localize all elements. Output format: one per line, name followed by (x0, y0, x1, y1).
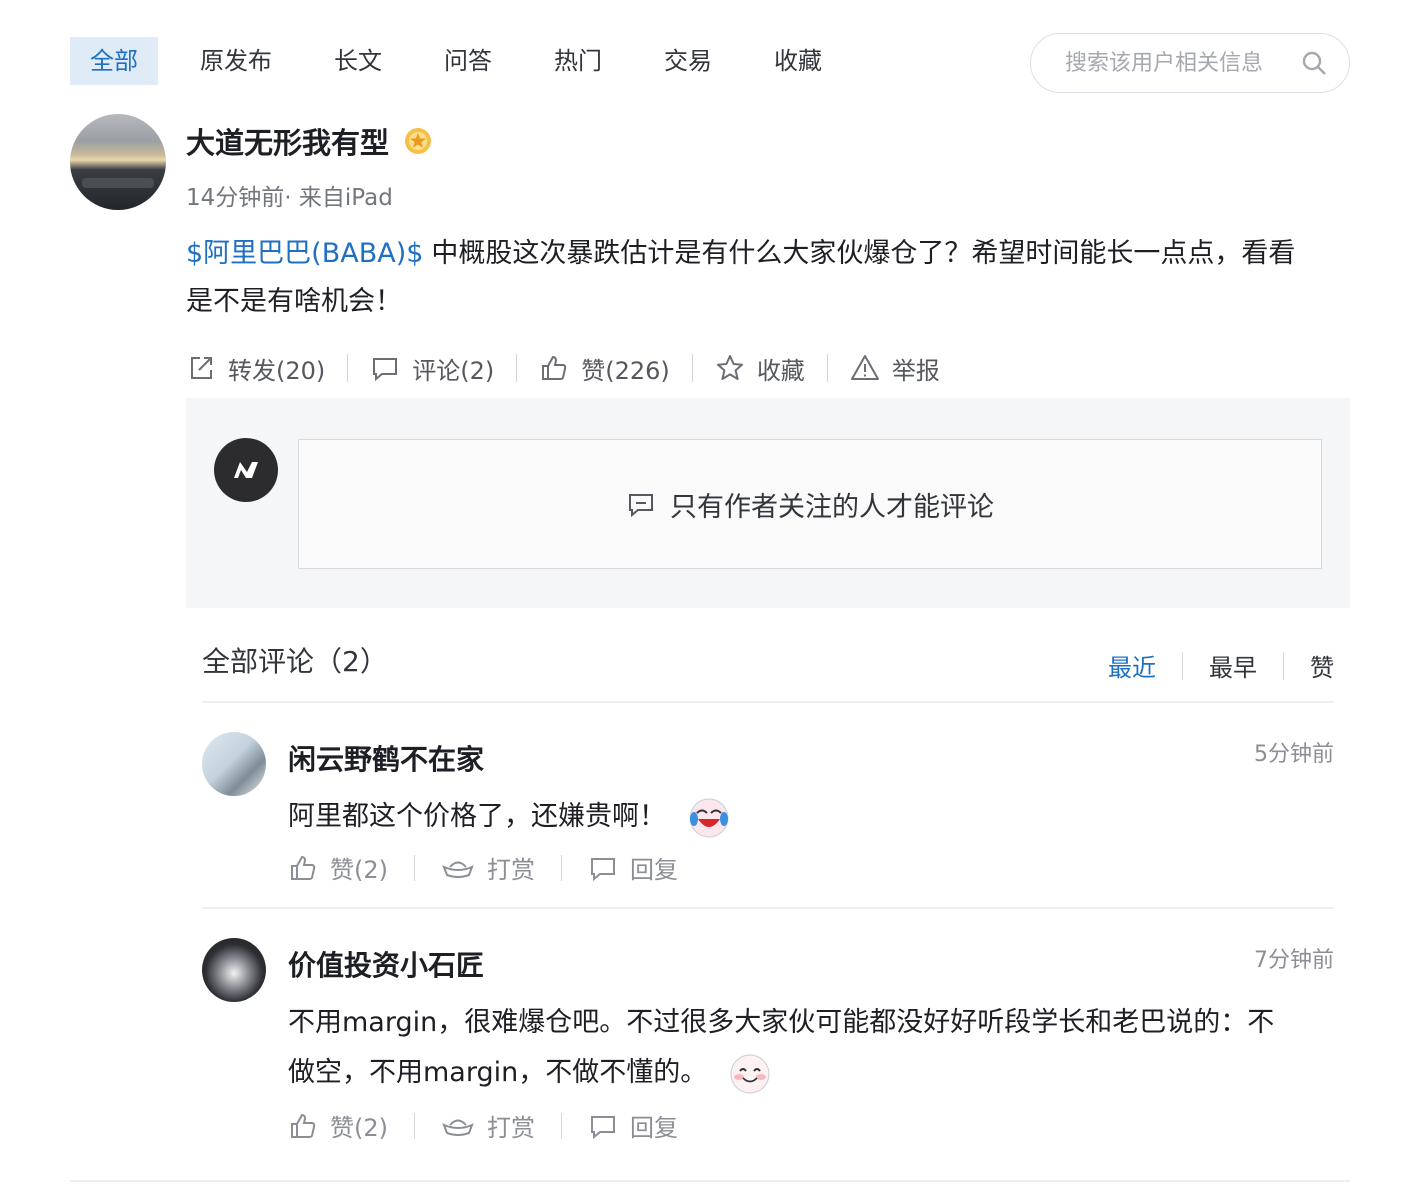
comment-actions: 赞(2) 打赏 回复 (288, 1108, 678, 1143)
comment-actions: 赞(2) 打赏 回复 (288, 850, 678, 885)
commenter-name[interactable]: 闲云野鹤不在家 (288, 738, 484, 778)
divider (414, 854, 415, 881)
star-icon (716, 355, 743, 380)
tip-label: 打赏 (487, 1114, 535, 1142)
comment-item: 闲云野鹤不在家 5分钟前 阿里都这个价格了，还嫌贵啊！ 赞(2) 打赏 回复 (202, 732, 1334, 892)
report-button[interactable]: 举报 (850, 351, 940, 386)
comment-restricted-field[interactable]: 只有作者关注的人才能评论 (298, 439, 1322, 569)
reply-icon (591, 1115, 615, 1139)
comment-item: 价值投资小石匠 7分钟前 不用margin，很难爆仓吧。不过很多大家伙可能都没好… (202, 938, 1334, 1153)
favorite-label: 收藏 (756, 356, 805, 385)
commenter-name[interactable]: 价值投资小石匠 (288, 944, 484, 984)
tip-button[interactable]: 打赏 (441, 1108, 535, 1143)
divider (347, 354, 349, 382)
tab-trades[interactable]: 交易 (644, 37, 732, 85)
post-actions: 转发(20) 评论(2) 赞(226) 收藏 举报 (186, 346, 940, 390)
reply-icon (591, 857, 615, 881)
comment-like-label: 赞(2) (330, 856, 388, 884)
author-avatar[interactable] (70, 114, 166, 210)
divider (1182, 651, 1183, 680)
search-icon[interactable] (1301, 50, 1327, 76)
post-meta: 14分钟前· 来自iPad (186, 185, 393, 211)
thumbs-up-icon (542, 355, 567, 380)
divider (414, 1112, 415, 1139)
smile-emoji-icon (730, 1054, 770, 1093)
comment-icon (373, 358, 398, 382)
divider (1283, 651, 1284, 680)
tab-qa[interactable]: 问答 (424, 37, 512, 85)
report-label: 举报 (891, 356, 940, 385)
share-icon (191, 357, 212, 379)
comment-button[interactable]: 评论(2) (370, 351, 494, 386)
divider (516, 354, 518, 382)
reply-label: 回复 (630, 1114, 678, 1142)
favorite-button[interactable]: 收藏 (715, 351, 805, 386)
comment-like-button[interactable]: 赞(2) (288, 1108, 388, 1143)
comment-restricted-notice: 只有作者关注的人才能评论 (670, 491, 994, 523)
comment-text: 阿里都这个价格了，还嫌贵啊！ (288, 792, 1298, 842)
comment-icon (629, 494, 653, 518)
tab-favorites[interactable]: 收藏 (754, 37, 842, 85)
comment-composer: 只有作者关注的人才能评论 (186, 398, 1350, 608)
tab-hot[interactable]: 热门 (534, 37, 622, 85)
comment-like-button[interactable]: 赞(2) (288, 850, 388, 885)
thumbs-up-icon (291, 855, 316, 880)
repost-button[interactable]: 转发(20) (186, 351, 325, 386)
divider (202, 701, 1334, 703)
divider (70, 1180, 1350, 1182)
tab-long-posts[interactable]: 长文 (314, 37, 402, 85)
warning-icon (850, 355, 879, 380)
tip-label: 打赏 (487, 856, 535, 884)
tab-all[interactable]: 全部 (70, 37, 158, 85)
author-name[interactable]: 大道无形我有型 (186, 120, 389, 162)
ingot-icon (442, 1119, 474, 1136)
divider (691, 354, 693, 382)
comment-like-label: 赞(2) (330, 1114, 388, 1142)
search-input[interactable] (1065, 50, 1287, 76)
thumbs-up-icon (291, 1113, 316, 1138)
tab-original[interactable]: 原发布 (180, 37, 292, 85)
ingot-icon (442, 861, 474, 878)
commenter-avatar[interactable] (202, 732, 266, 796)
site-logo-icon (234, 462, 258, 478)
sort-recent[interactable]: 最近 (1108, 648, 1156, 683)
divider (561, 854, 562, 881)
divider (561, 1112, 562, 1139)
reply-button[interactable]: 回复 (588, 1108, 678, 1143)
current-user-avatar (214, 438, 278, 502)
stock-tag-link[interactable]: $阿里巴巴(BABA)$ (186, 238, 423, 269)
comment-sort: 最近 最早 赞 (1108, 648, 1334, 683)
verified-badge-icon (405, 128, 431, 154)
tip-button[interactable]: 打赏 (441, 850, 535, 885)
sort-likes[interactable]: 赞 (1310, 648, 1334, 683)
post-content: $阿里巴巴(BABA)$ 中概股这次暴跌估计是有什么大家伙爆仓了？希望时间能长一点… (186, 230, 1316, 326)
repost-label: 转发(20) (228, 356, 326, 385)
comment-text-content: 不用margin，很难爆仓吧。不过很多大家伙可能都没好好听段学长和老巴说的：不做… (288, 1007, 1275, 1088)
comment-time: 7分钟前 (1254, 948, 1334, 973)
comments-title: 全部评论（2） (202, 645, 388, 678)
commenter-avatar[interactable] (202, 938, 266, 1002)
comment-label: 评论(2) (412, 356, 495, 385)
comment-text: 不用margin，很难爆仓吧。不过很多大家伙可能都没好好听段学长和老巴说的：不做… (288, 998, 1298, 1098)
like-label: 赞(226) (581, 356, 670, 385)
profile-tabs: 全部 原发布 长文 问答 热门 交易 收藏 (70, 37, 864, 85)
comment-text-content: 阿里都这个价格了，还嫌贵啊！ (288, 801, 666, 832)
laughing-tears-emoji-icon (689, 798, 729, 837)
like-button[interactable]: 赞(226) (539, 351, 670, 386)
divider (202, 907, 1334, 909)
comment-time: 5分钟前 (1254, 742, 1334, 767)
reply-label: 回复 (630, 856, 678, 884)
divider (826, 354, 828, 382)
reply-button[interactable]: 回复 (588, 850, 678, 885)
sort-earliest[interactable]: 最早 (1209, 648, 1257, 683)
user-search (1030, 33, 1350, 93)
